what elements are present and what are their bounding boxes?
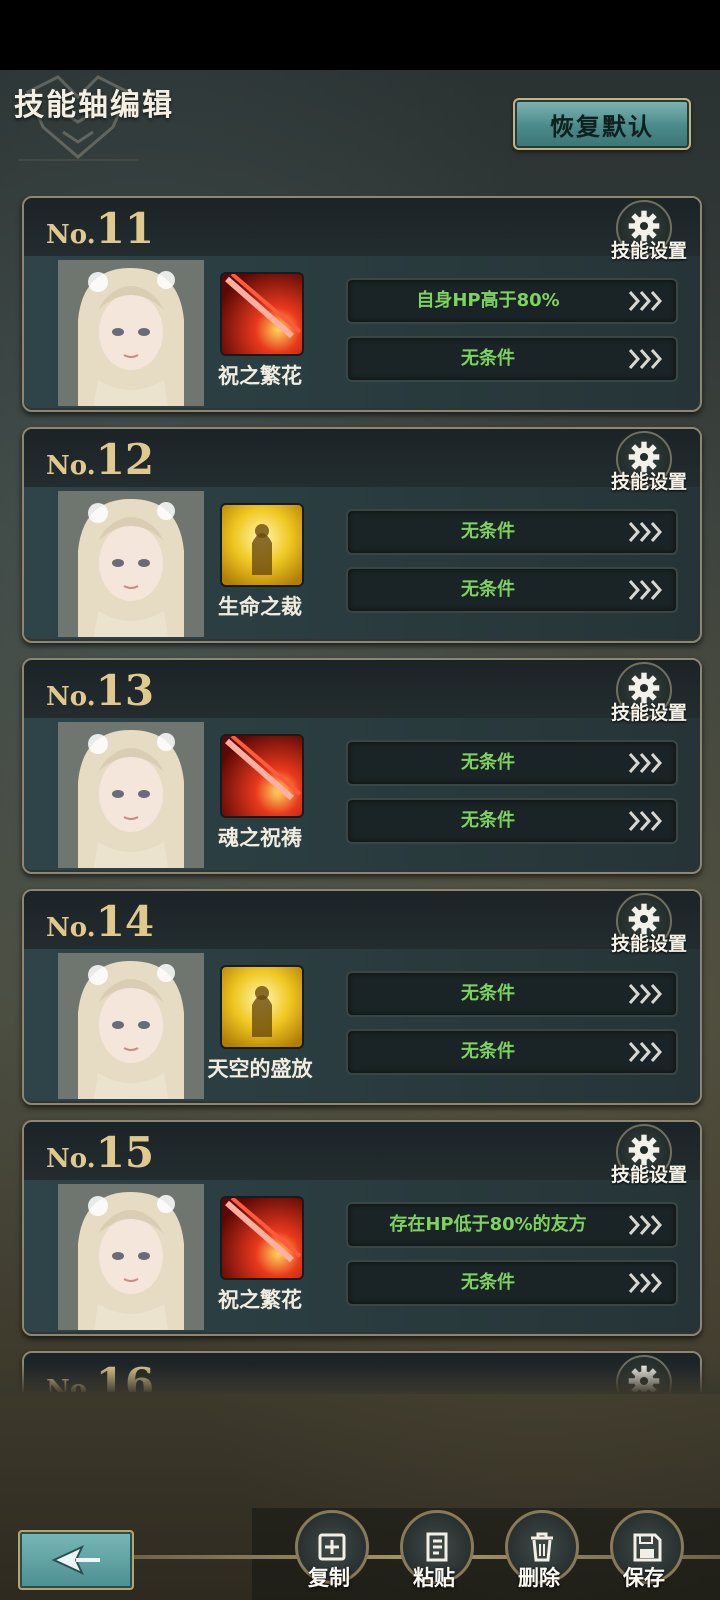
skill-icon[interactable] <box>220 1196 304 1280</box>
condition-text: 无条件 <box>461 983 515 1004</box>
skill-name: 祝之繁花 <box>218 364 302 388</box>
skill-card[interactable]: No.15 技能设置祝之繁花 存在HP低于80%的友方 无条件 <box>22 1120 702 1336</box>
triple-chevron-icon <box>626 806 668 836</box>
condition-slot[interactable]: 无条件 <box>346 740 678 786</box>
triple-chevron-icon <box>626 517 668 547</box>
skill-card[interactable]: No.11 技能设置祝之繁花 自身HP高于80% 无条件 <box>22 196 702 412</box>
condition-text: 无条件 <box>461 752 515 773</box>
character-portrait <box>58 953 204 1099</box>
card-number: No.13 <box>46 666 154 715</box>
triple-chevron-icon <box>626 575 668 605</box>
condition-text: 无条件 <box>461 1041 515 1062</box>
delete-label: 删除 <box>518 1566 560 1590</box>
number-prefix: No. <box>46 682 96 712</box>
condition-slot[interactable]: 无条件 <box>346 971 678 1017</box>
condition-text: 存在HP低于80%的友方 <box>389 1214 587 1235</box>
condition-text: 无条件 <box>461 1272 515 1293</box>
number-prefix: No. <box>46 220 96 250</box>
skill-name: 生命之裁 <box>218 595 302 619</box>
triple-chevron-icon <box>626 344 668 374</box>
triple-chevron-icon <box>626 1268 668 1298</box>
skill-icon[interactable] <box>220 734 304 818</box>
card-number: No.14 <box>46 897 154 946</box>
skill-card[interactable]: No.13 技能设置 魂之祝祷 无条件 无条件 <box>22 658 702 874</box>
skill-card[interactable]: No.12 技能设置 生命之裁 无条件 无条件 <box>22 427 702 643</box>
triple-chevron-icon <box>626 1210 668 1240</box>
triple-chevron-icon <box>626 286 668 316</box>
triple-chevron-icon <box>626 748 668 778</box>
card-number: No.11 <box>46 204 154 253</box>
character-portrait <box>58 1184 204 1330</box>
paste-label: 粘贴 <box>413 1566 455 1590</box>
character-portrait <box>58 491 204 637</box>
condition-text: 无条件 <box>461 810 515 831</box>
condition-text: 无条件 <box>461 579 515 600</box>
list-fade <box>0 1364 720 1394</box>
skill-timeline-list[interactable]: No.11 技能设置 祝之繁花 自身HP高于80% 无条件 No.12 技能设置 生命之裁 无条… <box>0 196 720 1392</box>
triple-chevron-icon <box>626 979 668 1009</box>
condition-slot[interactable]: 无条件 <box>346 1260 678 1306</box>
condition-text: 无条件 <box>461 521 515 542</box>
card-number: No.15 <box>46 1128 154 1177</box>
skill-settings-label[interactable]: 技能设置 <box>594 467 704 494</box>
save-label: 保存 <box>623 1566 665 1590</box>
card-number: No.12 <box>46 435 154 484</box>
save-icon <box>633 1533 662 1562</box>
number-value: 11 <box>95 204 155 253</box>
character-portrait <box>58 260 204 406</box>
skill-name: 天空的盛放 <box>207 1057 313 1081</box>
number-prefix: No. <box>46 913 96 943</box>
condition-text: 自身HP高于80% <box>416 290 560 311</box>
skill-settings-label[interactable]: 技能设置 <box>594 929 704 956</box>
copy-icon <box>318 1533 346 1561</box>
condition-slot[interactable]: 无条件 <box>346 509 678 555</box>
condition-slot[interactable]: 无条件 <box>346 1029 678 1075</box>
skill-settings-label[interactable]: 技能设置 <box>594 1160 704 1187</box>
skill-icon[interactable] <box>220 272 304 356</box>
condition-slot[interactable]: 无条件 <box>346 798 678 844</box>
character-portrait <box>58 722 204 868</box>
copy-label: 复制 <box>308 1566 350 1590</box>
number-value: 15 <box>95 1128 155 1177</box>
skill-card[interactable]: No.14 技能设置 天空的盛放 无条件 无条件 <box>22 889 702 1105</box>
back-button[interactable] <box>18 1530 134 1590</box>
number-prefix: No. <box>46 1144 96 1174</box>
number-prefix: No. <box>46 451 96 481</box>
number-value: 14 <box>95 897 155 946</box>
number-value: 12 <box>95 435 155 484</box>
condition-slot[interactable]: 无条件 <box>346 567 678 613</box>
skill-settings-label[interactable]: 技能设置 <box>594 236 704 263</box>
condition-slot[interactable]: 存在HP低于80%的友方 <box>346 1202 678 1248</box>
back-arrow-icon <box>51 1544 100 1576</box>
page-title: 技能轴编辑 <box>14 88 174 123</box>
condition-slot[interactable]: 自身HP高于80% <box>346 278 678 324</box>
triple-chevron-icon <box>626 1037 668 1067</box>
paste-icon <box>426 1532 448 1562</box>
skill-icon[interactable] <box>220 503 304 587</box>
number-value: 13 <box>95 666 155 715</box>
skill-settings-label[interactable]: 技能设置 <box>594 698 704 725</box>
status-bar <box>0 0 720 70</box>
skill-name: 祝之繁花 <box>218 1288 302 1312</box>
condition-slot[interactable]: 无条件 <box>346 336 678 382</box>
skill-name: 魂之祝祷 <box>218 826 302 850</box>
skill-icon[interactable] <box>220 965 304 1049</box>
condition-text: 无条件 <box>461 348 515 369</box>
restore-default-button[interactable]: 恢复默认 <box>513 98 691 150</box>
trash-icon <box>531 1532 553 1562</box>
